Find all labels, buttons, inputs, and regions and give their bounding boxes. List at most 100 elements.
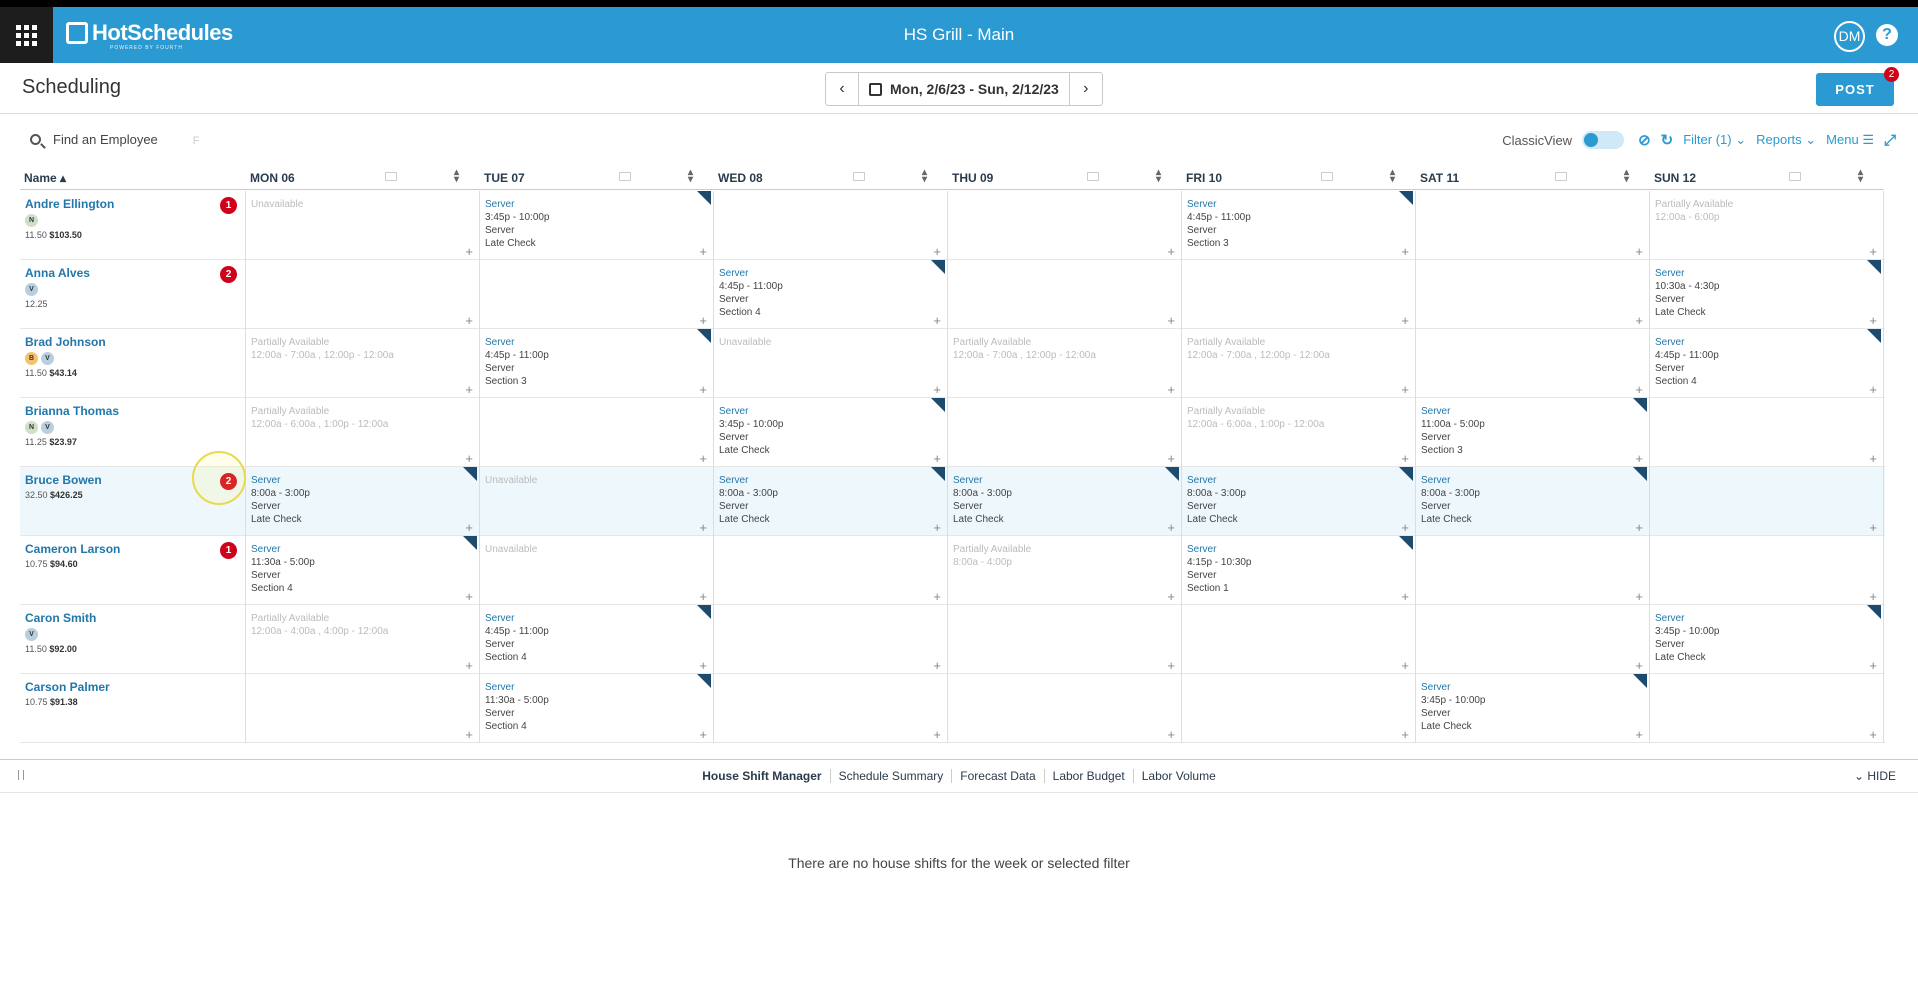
add-shift-icon[interactable]: + bbox=[933, 452, 941, 465]
schedule-cell[interactable]: + bbox=[1416, 260, 1650, 329]
employee-search-input[interactable]: Find an Employee F bbox=[30, 132, 200, 147]
schedule-cell[interactable]: + bbox=[948, 398, 1182, 467]
add-shift-icon[interactable]: + bbox=[1635, 314, 1643, 327]
shift-block[interactable]: Server 8:00a - 3:00p Server Late Check bbox=[953, 474, 1012, 526]
day-header[interactable]: THU 09 ▴ ▾ bbox=[948, 166, 1182, 190]
alert-badge[interactable]: 2 bbox=[220, 266, 237, 283]
schedule-cell[interactable]: Server 4:45p - 11:00p Server Section 3 + bbox=[480, 329, 714, 398]
add-shift-icon[interactable]: + bbox=[465, 314, 473, 327]
schedule-cell[interactable]: Server 4:15p - 10:30p Server Section 1 + bbox=[1182, 536, 1416, 605]
add-shift-icon[interactable]: + bbox=[699, 383, 707, 396]
schedule-cell[interactable]: + bbox=[1416, 536, 1650, 605]
schedule-cell[interactable]: Server 8:00a - 3:00p Server Late Check + bbox=[714, 467, 948, 536]
schedule-cell[interactable]: + bbox=[1182, 605, 1416, 674]
name-column-header[interactable]: Name ▴ bbox=[20, 166, 246, 190]
schedule-cell[interactable]: + bbox=[714, 605, 948, 674]
tab-house-shift-manager[interactable]: House Shift Manager bbox=[694, 769, 829, 783]
classic-view-toggle[interactable] bbox=[1582, 131, 1625, 149]
schedule-cell[interactable]: Partially Available 8:00a - 4:00p + bbox=[948, 536, 1182, 605]
add-shift-icon[interactable]: + bbox=[465, 452, 473, 465]
shift-block[interactable]: Server 4:45p - 11:00p Server Section 4 bbox=[1655, 336, 1719, 388]
add-shift-icon[interactable]: + bbox=[699, 314, 707, 327]
filter-button[interactable]: Filter (1) ⌄ bbox=[1683, 132, 1746, 148]
schedule-cell[interactable]: Server 4:45p - 11:00p Server Section 4 + bbox=[714, 260, 948, 329]
shift-block[interactable]: Server 3:45p - 10:00p Server Late Check bbox=[1655, 612, 1720, 664]
sort-icon[interactable]: ▴ ▾ bbox=[454, 168, 459, 185]
add-shift-icon[interactable]: + bbox=[1401, 590, 1409, 603]
schedule-cell[interactable]: Server 3:45p - 10:00p Server Late Check + bbox=[1650, 605, 1884, 674]
schedule-cell[interactable]: + bbox=[1182, 260, 1416, 329]
next-week-button[interactable]: › bbox=[1070, 73, 1102, 105]
add-shift-icon[interactable]: + bbox=[1869, 521, 1877, 534]
sort-icon[interactable]: ▴ ▾ bbox=[1858, 168, 1863, 185]
tab-labor-volume[interactable]: Labor Volume bbox=[1132, 769, 1224, 783]
schedule-cell[interactable]: Partially Available 12:00a - 7:00a , 12:0… bbox=[948, 329, 1182, 398]
add-shift-icon[interactable]: + bbox=[699, 659, 707, 672]
add-shift-icon[interactable]: + bbox=[1869, 590, 1877, 603]
add-shift-icon[interactable]: + bbox=[699, 728, 707, 741]
add-shift-icon[interactable]: + bbox=[933, 659, 941, 672]
schedule-cell[interactable]: + bbox=[714, 191, 948, 260]
schedule-cell[interactable]: + bbox=[1650, 674, 1884, 743]
add-shift-icon[interactable]: + bbox=[699, 245, 707, 258]
add-shift-icon[interactable]: + bbox=[1401, 659, 1409, 672]
schedule-cell[interactable]: + bbox=[246, 260, 480, 329]
add-shift-icon[interactable]: + bbox=[1635, 590, 1643, 603]
shift-block[interactable]: Server 3:45p - 10:00p Server Late Check bbox=[485, 198, 550, 250]
shift-block[interactable]: Server 11:00a - 5:00p Server Section 3 bbox=[1421, 405, 1485, 457]
schedule-cell[interactable]: Partially Available 12:00a - 6:00p + bbox=[1650, 191, 1884, 260]
employee-name[interactable]: Andre Ellington bbox=[25, 197, 114, 211]
schedule-cell[interactable]: + bbox=[246, 674, 480, 743]
add-shift-icon[interactable]: + bbox=[1401, 383, 1409, 396]
add-shift-icon[interactable]: + bbox=[1635, 245, 1643, 258]
employee-name[interactable]: Anna Alves bbox=[25, 266, 90, 280]
user-avatar[interactable]: DM bbox=[1834, 21, 1865, 52]
shift-block[interactable]: Server 8:00a - 3:00p Server Late Check bbox=[1187, 474, 1246, 526]
add-shift-icon[interactable]: + bbox=[1635, 659, 1643, 672]
note-icon[interactable] bbox=[1789, 172, 1801, 181]
sort-icon[interactable]: ▴ ▾ bbox=[1624, 168, 1629, 185]
add-shift-icon[interactable]: + bbox=[465, 590, 473, 603]
day-header[interactable]: SAT 11 ▴ ▾ bbox=[1416, 166, 1650, 190]
add-shift-icon[interactable]: + bbox=[699, 452, 707, 465]
day-header[interactable]: MON 06 ▴ ▾ bbox=[246, 166, 480, 190]
add-shift-icon[interactable]: + bbox=[1167, 452, 1175, 465]
employee-name[interactable]: Carson Palmer bbox=[25, 680, 110, 694]
date-range-picker[interactable]: Mon, 2/6/23 - Sun, 2/12/23 bbox=[858, 73, 1070, 105]
shift-block[interactable]: Server 3:45p - 10:00p Server Late Check bbox=[719, 405, 784, 457]
schedule-cell[interactable]: + bbox=[480, 398, 714, 467]
shift-block[interactable]: Server 8:00a - 3:00p Server Late Check bbox=[251, 474, 310, 526]
add-shift-icon[interactable]: + bbox=[1635, 521, 1643, 534]
shift-block[interactable]: Server 4:45p - 11:00p Server Section 4 bbox=[485, 612, 549, 664]
schedule-cell[interactable]: Server 4:45p - 11:00p Server Section 3 + bbox=[1182, 191, 1416, 260]
add-shift-icon[interactable]: + bbox=[1869, 452, 1877, 465]
alert-badge[interactable]: 1 bbox=[220, 542, 237, 559]
note-icon[interactable] bbox=[1555, 172, 1567, 181]
expand-icon[interactable]: ⤢ bbox=[1884, 132, 1896, 149]
schedule-cell[interactable]: Server 4:45p - 11:00p Server Section 4 + bbox=[480, 605, 714, 674]
add-shift-icon[interactable]: + bbox=[1635, 383, 1643, 396]
add-shift-icon[interactable]: + bbox=[465, 383, 473, 396]
shift-block[interactable]: Server 4:45p - 11:00p Server Section 3 bbox=[485, 336, 549, 388]
schedule-cell[interactable]: + bbox=[948, 260, 1182, 329]
add-shift-icon[interactable]: + bbox=[1869, 245, 1877, 258]
schedule-cell[interactable]: Partially Available 12:00a - 4:00a , 4:00… bbox=[246, 605, 480, 674]
sort-icon[interactable]: ▴ ▾ bbox=[1390, 168, 1395, 185]
sort-icon[interactable]: ▴ ▾ bbox=[688, 168, 693, 185]
schedule-cell[interactable]: Partially Available 12:00a - 6:00a , 1:00… bbox=[246, 398, 480, 467]
schedule-cell[interactable]: Server 10:30a - 4:30p Server Late Check + bbox=[1650, 260, 1884, 329]
schedule-cell[interactable]: + bbox=[1416, 329, 1650, 398]
employee-name[interactable]: Bruce Bowen bbox=[25, 473, 102, 487]
employee-name[interactable]: Caron Smith bbox=[25, 611, 96, 625]
note-icon[interactable] bbox=[1321, 172, 1333, 181]
add-shift-icon[interactable]: + bbox=[1167, 521, 1175, 534]
note-icon[interactable] bbox=[619, 172, 631, 181]
schedule-cell[interactable]: + bbox=[480, 260, 714, 329]
add-shift-icon[interactable]: + bbox=[1869, 659, 1877, 672]
sort-icon[interactable]: ▴ ▾ bbox=[922, 168, 927, 185]
schedule-cell[interactable]: Server 8:00a - 3:00p Server Late Check + bbox=[948, 467, 1182, 536]
alert-badge[interactable]: 1 bbox=[220, 197, 237, 214]
schedule-cell[interactable]: + bbox=[948, 605, 1182, 674]
add-shift-icon[interactable]: + bbox=[1635, 728, 1643, 741]
employee-name[interactable]: Brianna Thomas bbox=[25, 404, 119, 418]
